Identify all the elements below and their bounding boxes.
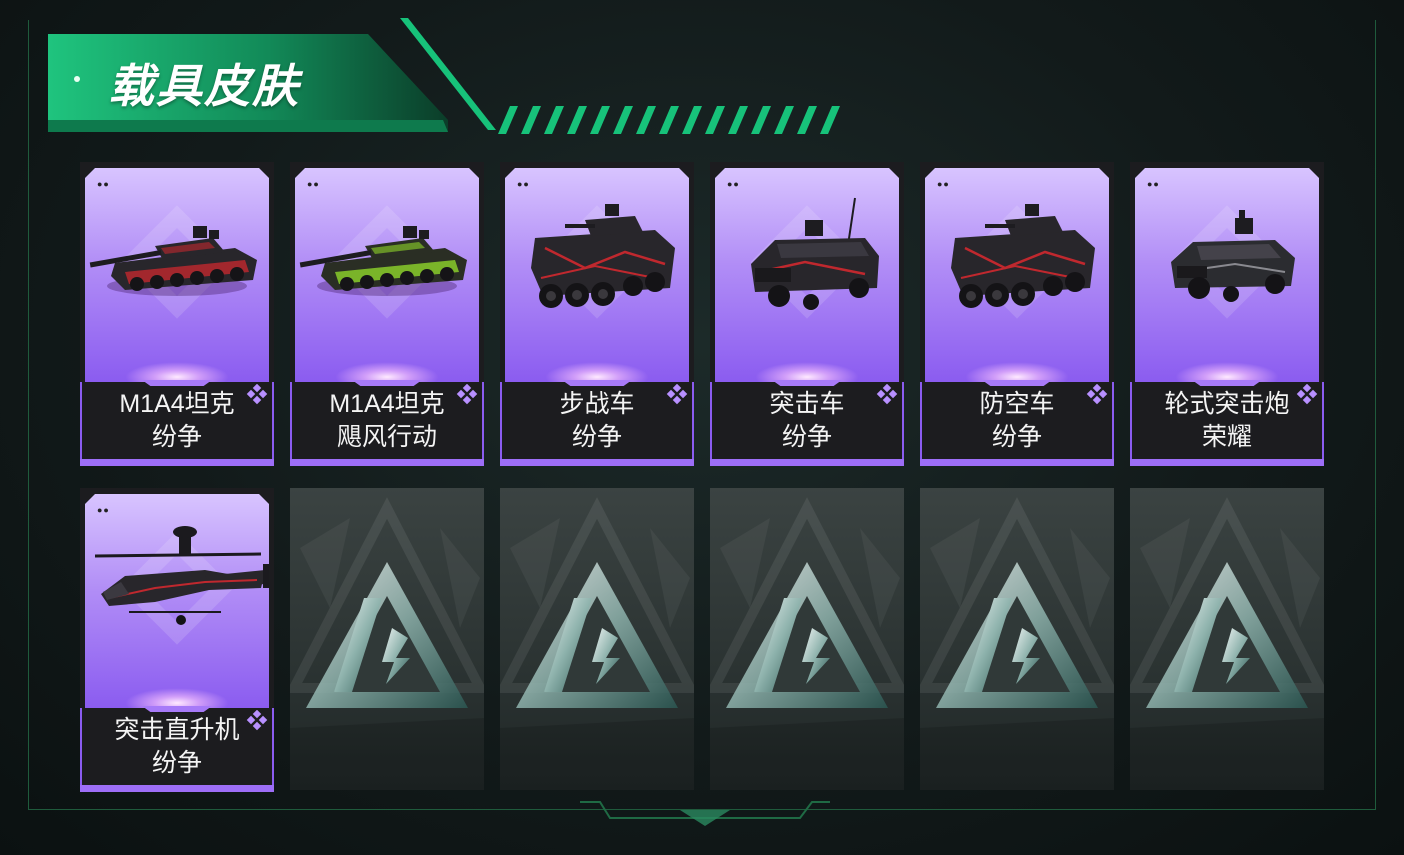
skin-preview: ●●	[85, 494, 269, 708]
vehicle-name: M1A4坦克	[119, 390, 235, 418]
game-logo-icon	[920, 497, 1114, 790]
skin-name: 荣耀	[1201, 423, 1252, 451]
skin-card[interactable]: ●●	[290, 162, 484, 466]
header-dot	[74, 76, 80, 82]
skin-name: 纷争	[151, 749, 202, 777]
card-tab	[352, 380, 422, 386]
skin-name: 纷争	[781, 423, 832, 451]
spotlight-glow	[1175, 362, 1279, 382]
skin-preview: ●●	[85, 168, 269, 382]
spotlight-glow	[755, 362, 859, 382]
empty-skin-slot	[500, 488, 694, 790]
header-stripes	[498, 106, 840, 134]
card-tab	[142, 380, 212, 386]
rarity-bar	[500, 459, 694, 466]
skin-label: 防空车 纷争	[920, 388, 1114, 454]
empty-skin-slot	[920, 488, 1114, 790]
spotlight-glow	[125, 362, 229, 382]
rarity-bar	[290, 459, 484, 466]
game-logo-icon	[500, 497, 694, 790]
skin-label: 轮式突击炮 荣耀	[1130, 388, 1324, 454]
vehicle-name: 突击直升机	[114, 716, 240, 744]
card-tab	[772, 380, 842, 386]
skin-label: 突击车 纷争	[710, 388, 904, 454]
vehicle-tank-icon	[299, 226, 467, 296]
empty-skin-slot	[710, 488, 904, 790]
header-slash	[400, 18, 496, 130]
game-logo-icon	[710, 497, 904, 790]
vehicle-name: 突击车	[769, 390, 845, 418]
vehicle-armored-car-icon	[1171, 210, 1295, 302]
rarity-bar	[1130, 459, 1324, 466]
vehicle-name: M1A4坦克	[329, 390, 445, 418]
bottom-notch	[580, 801, 830, 826]
spotlight-glow	[965, 362, 1069, 382]
skin-label: 步战车 纷争	[500, 388, 694, 454]
spotlight-glow	[335, 362, 439, 382]
skin-card[interactable]: ●●	[710, 162, 904, 466]
skin-preview: ●●	[715, 168, 899, 382]
skin-label: M1A4坦克 纷争	[80, 388, 274, 454]
vehicle-assault-car-icon	[751, 197, 879, 310]
skin-card[interactable]: ●●	[1130, 162, 1324, 466]
vehicle-name: 步战车	[559, 390, 635, 418]
skin-preview: ●●	[1135, 168, 1319, 382]
section-title: 载具皮肤	[108, 60, 300, 112]
vehicle-ifv-icon	[951, 204, 1095, 308]
rarity-bar	[710, 459, 904, 466]
skin-label: 突击直升机 纷争	[80, 714, 274, 780]
vehicle-name: 轮式突击炮	[1164, 390, 1290, 418]
spotlight-glow	[545, 362, 649, 382]
skin-card[interactable]: ●●	[500, 162, 694, 466]
rarity-bar	[80, 785, 274, 792]
spotlight-glow	[125, 688, 229, 708]
skin-card[interactable]: ●●	[80, 162, 274, 466]
game-logo-icon	[290, 497, 484, 790]
skin-label: M1A4坦克 飓风行动	[290, 388, 484, 454]
game-logo-icon	[1130, 497, 1324, 790]
skin-name: 纷争	[991, 423, 1042, 451]
vehicle-ifv-icon	[531, 204, 675, 308]
skin-card[interactable]: ●●	[920, 162, 1114, 466]
empty-skin-slot	[1130, 488, 1324, 790]
skin-card[interactable]: ●●	[80, 488, 274, 792]
card-tab	[142, 706, 212, 712]
skin-name: 纷争	[571, 423, 622, 451]
skin-preview: ●●	[505, 168, 689, 382]
skin-preview: ●●	[295, 168, 479, 382]
vehicle-tank-icon	[89, 226, 257, 296]
card-tab	[982, 380, 1052, 386]
empty-skin-slot	[290, 488, 484, 790]
skin-name: 飓风行动	[336, 423, 437, 451]
card-tab	[562, 380, 632, 386]
rarity-bar	[920, 459, 1114, 466]
vehicle-helicopter-icon	[94, 526, 269, 625]
skin-name: 纷争	[151, 423, 202, 451]
rarity-bar	[80, 459, 274, 466]
vehicle-name: 防空车	[979, 390, 1055, 418]
card-tab	[1192, 380, 1262, 386]
skin-preview: ●●	[925, 168, 1109, 382]
